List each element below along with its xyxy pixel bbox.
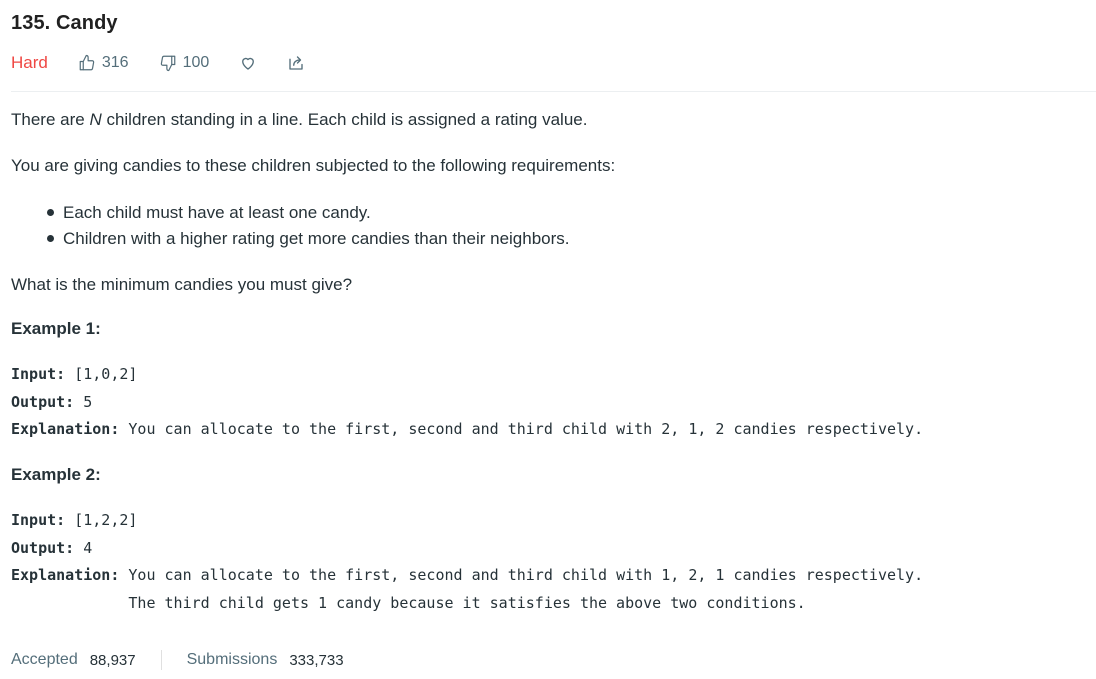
- submissions-value: 333,733: [289, 651, 344, 669]
- accepted-value: 88,937: [89, 651, 136, 669]
- heart-icon: [242, 57, 255, 70]
- example-1-title: Example 1:: [11, 319, 101, 338]
- explanation-value: You can allocate to the first, second an…: [119, 566, 924, 584]
- submission-stats: Accepted 88,937 Submissions 333,733: [11, 650, 344, 670]
- output-label: Output:: [11, 538, 75, 557]
- description-paragraph-3: What is the minimum candies you must giv…: [11, 275, 353, 294]
- header-divider: [11, 91, 1096, 92]
- output-label: Output:: [11, 392, 75, 411]
- input-value: [1,0,2]: [65, 365, 138, 383]
- example-2-title: Example 2:: [11, 465, 101, 484]
- problem-title: 135. Candy: [11, 12, 118, 34]
- explanation-value-line-2: The third child gets 1 candy because it …: [11, 593, 806, 612]
- like-button[interactable]: 316: [78, 54, 129, 72]
- share-icon: [289, 56, 303, 70]
- list-item: Each child must have at least one candy.: [47, 200, 570, 226]
- accepted-label: Accepted: [11, 651, 78, 668]
- requirements-list: Each child must have at least one candy.…: [47, 200, 570, 252]
- description-paragraph-1: There are N children standing in a line.…: [11, 110, 588, 129]
- explanation-label: Explanation:: [11, 420, 120, 438]
- dislike-button[interactable]: 100: [159, 54, 210, 72]
- favorite-button[interactable]: [239, 54, 257, 72]
- output-value: 4: [74, 538, 93, 557]
- stats-divider: [160, 650, 162, 670]
- example-2-block: Input: [1,2,2] Output: 4 Explanation: Yo…: [11, 507, 923, 617]
- thumbs-up-icon: [79, 54, 95, 71]
- dislike-count: 100: [182, 54, 210, 71]
- explanation-label: Explanation:: [11, 566, 120, 584]
- share-button[interactable]: [287, 54, 305, 72]
- explanation-value: You can allocate to the first, second an…: [119, 420, 924, 438]
- like-count: 316: [101, 54, 129, 71]
- submissions-label: Submissions: [186, 651, 278, 668]
- difficulty-label: Hard: [11, 53, 48, 72]
- thumbs-down-icon: [160, 55, 175, 72]
- input-value: [1,2,2]: [65, 511, 138, 529]
- list-item: Children with a higher rating get more c…: [47, 226, 570, 252]
- input-label: Input:: [11, 511, 66, 529]
- output-value: 5: [74, 392, 93, 411]
- problem-meta-bar: Hard 316 100: [11, 51, 335, 75]
- input-label: Input:: [11, 365, 66, 383]
- variable-n: N: [89, 110, 102, 129]
- example-1-block: Input: [1,0,2] Output: 5 Explanation: Yo…: [11, 361, 923, 444]
- description-paragraph-2: You are giving candies to these children…: [11, 156, 616, 175]
